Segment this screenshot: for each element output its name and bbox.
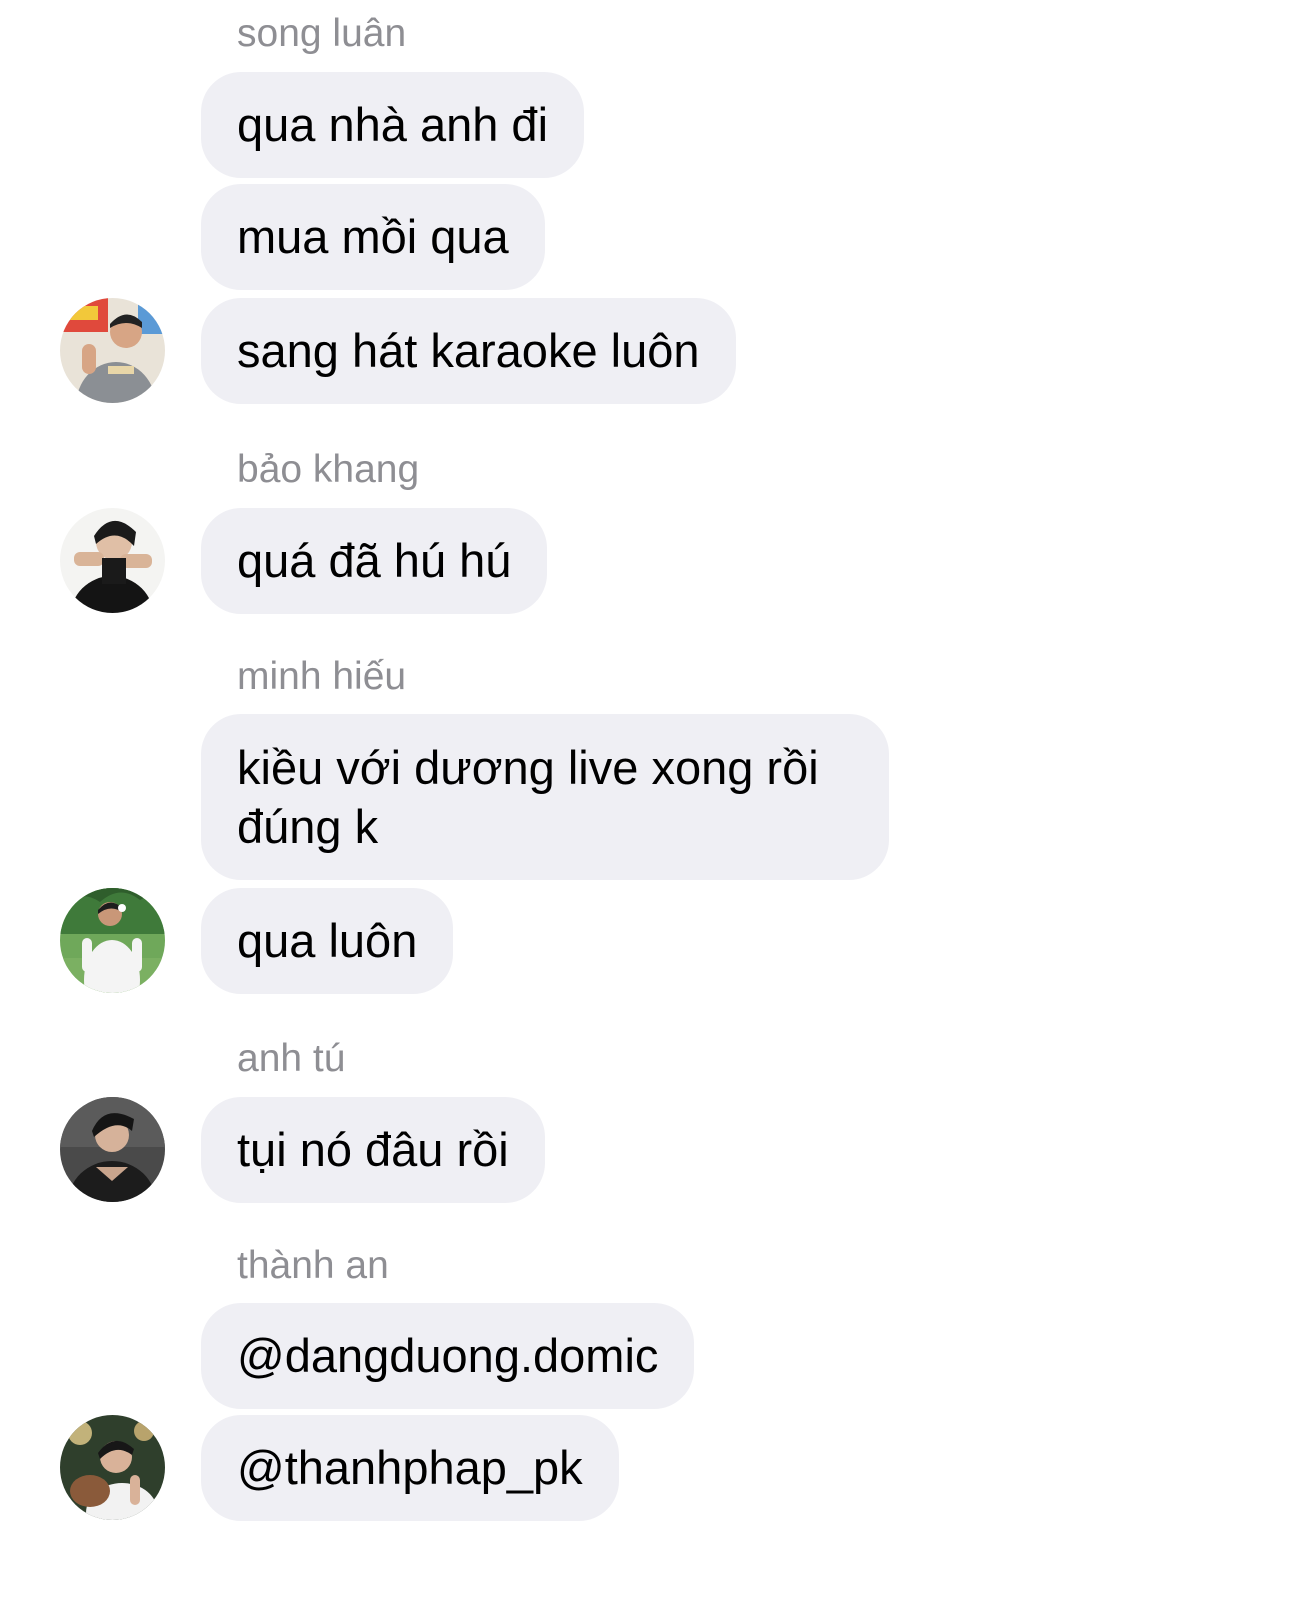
avatar[interactable] [60, 508, 165, 613]
message-bubble[interactable]: @dangduong.domic [201, 1303, 695, 1409]
sender-name: thành an [237, 1244, 389, 1287]
message-bubble[interactable]: tụi nó đâu rồi [201, 1097, 545, 1203]
user-avatar-icon [60, 508, 165, 613]
message-bubble[interactable]: @thanhphap_pk [201, 1415, 619, 1521]
avatar[interactable] [60, 888, 165, 993]
message-bubble[interactable]: qua luôn [201, 888, 454, 994]
sender-name: song luân [237, 12, 407, 55]
avatar[interactable] [60, 1415, 165, 1520]
user-avatar-icon [60, 888, 165, 993]
user-avatar-icon [60, 1415, 165, 1520]
message-bubble[interactable]: quá đã hú hú [201, 508, 548, 614]
avatar[interactable] [60, 298, 165, 403]
sender-name: anh tú [237, 1037, 346, 1080]
avatar[interactable] [60, 1097, 165, 1202]
sender-name: minh hiếu [237, 655, 407, 698]
sender-name: bảo khang [237, 448, 420, 491]
message-bubble[interactable]: mua mồi qua [201, 184, 545, 290]
message-bubble[interactable]: qua nhà anh đi [201, 72, 585, 178]
user-avatar-icon [60, 298, 165, 403]
message-bubble[interactable]: kiều với dương live xong rồi đúng k [201, 714, 889, 880]
user-avatar-icon [60, 1097, 165, 1202]
message-bubble[interactable]: sang hát karaoke luôn [201, 298, 736, 404]
